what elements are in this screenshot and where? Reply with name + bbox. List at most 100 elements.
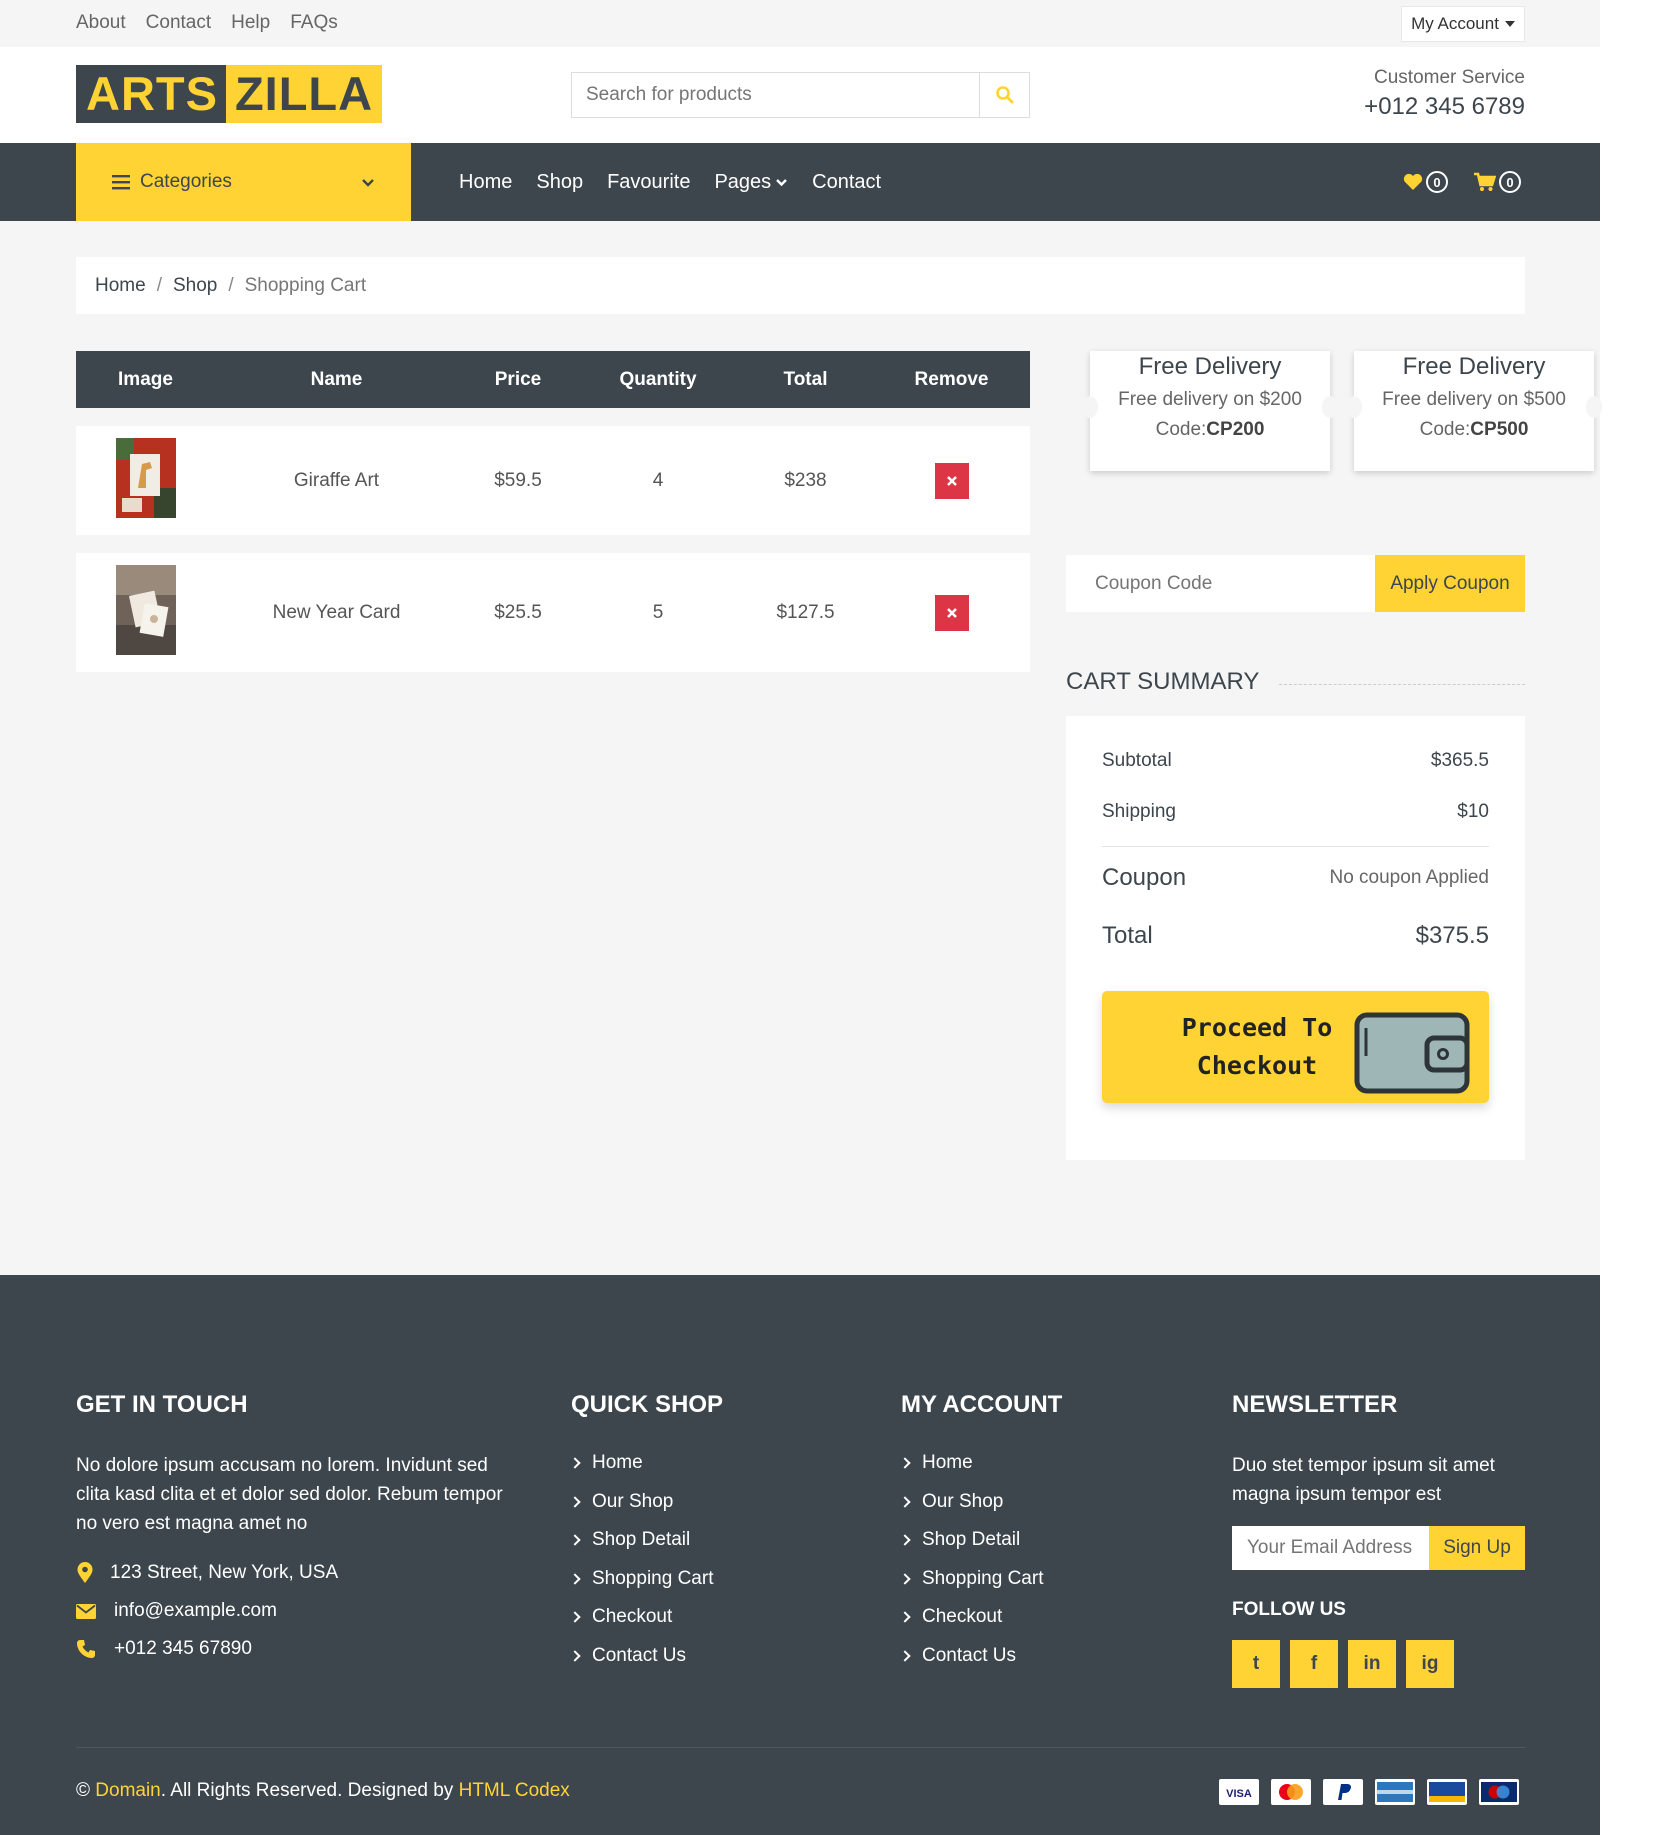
product-name[interactable]: Giraffe Art: [215, 470, 458, 492]
breadcrumb-shop[interactable]: Shop: [173, 275, 217, 297]
proceed-to-checkout-button[interactable]: Proceed To Checkout: [1102, 991, 1489, 1103]
footer-link[interactable]: Shopping Cart: [899, 1560, 1062, 1599]
svg-text:VISA: VISA: [1226, 1788, 1252, 1800]
footer-newsletter-description: Duo stet tempor ipsum sit amet magna ips…: [1232, 1455, 1495, 1505]
categories-toggle[interactable]: Categories: [76, 143, 411, 221]
nav-home[interactable]: Home: [459, 171, 512, 194]
top-link-faqs[interactable]: FAQs: [290, 12, 338, 34]
top-link-help[interactable]: Help: [231, 12, 270, 34]
search-bar: [571, 72, 1030, 118]
chevron-right-icon: [569, 1496, 581, 1508]
linkedin-icon[interactable]: in: [1348, 1640, 1396, 1688]
navbar: Categories Home Shop Favourite Pages Con…: [0, 143, 1600, 221]
footer-link[interactable]: Home: [899, 1444, 1062, 1483]
domain-link[interactable]: Domain: [95, 1780, 160, 1801]
footer-link[interactable]: Shopping Cart: [569, 1560, 723, 1599]
table-row: New Year Card $25.5 5 $127.5: [76, 553, 1030, 672]
paypal-icon: [1323, 1779, 1363, 1805]
my-account-dropdown[interactable]: My Account: [1401, 6, 1525, 42]
favourites-link[interactable]: 0: [1403, 171, 1448, 193]
delivery-subtitle: Free delivery on $200: [1118, 389, 1302, 410]
chevron-right-icon: [569, 1534, 581, 1546]
footer-link[interactable]: Checkout: [899, 1598, 1062, 1637]
footer-newsletter-title: NEWSLETTER: [1232, 1391, 1398, 1418]
customer-service-label: Customer Service: [1374, 67, 1525, 88]
twitter-icon[interactable]: t: [1232, 1640, 1280, 1688]
top-link-about[interactable]: About: [76, 12, 126, 34]
footer-quick-shop-links: Home Our Shop Shop Detail Shopping Cart …: [569, 1444, 723, 1676]
footer-newsletter: NEWSLETTER Duo stet tempor ipsum sit ame…: [1232, 1391, 1525, 1509]
footer-link[interactable]: Our Shop: [899, 1483, 1062, 1522]
newsletter-email-input[interactable]: [1232, 1526, 1429, 1570]
product-quantity[interactable]: 4: [578, 470, 738, 492]
footer-phone: +012 345 67890: [76, 1638, 516, 1660]
nav-pages-label: Pages: [714, 170, 772, 193]
chevron-right-icon: [569, 1457, 581, 1469]
footer-link[interactable]: Shop Detail: [569, 1521, 723, 1560]
chevron-right-icon: [569, 1611, 581, 1623]
delivery-card: Free Delivery Free delivery on $200 Code…: [1082, 351, 1338, 471]
nav-shop[interactable]: Shop: [536, 171, 583, 194]
sign-up-button[interactable]: Sign Up: [1429, 1526, 1525, 1570]
chevron-right-icon: [899, 1457, 911, 1469]
coupon-input[interactable]: [1066, 555, 1375, 612]
cart-summary-heading: CART SUMMARY: [1066, 668, 1525, 696]
footer-link[interactable]: Checkout: [569, 1598, 723, 1637]
logo-left: ARTS: [76, 65, 226, 123]
chevron-right-icon: [569, 1650, 581, 1662]
footer-quick-shop-title: QUICK SHOP: [571, 1391, 724, 1418]
phone-icon: [77, 1640, 95, 1658]
nav-icons: 0 0: [1403, 143, 1521, 221]
total-value: $375.5: [1415, 922, 1489, 949]
dashed-divider: [1279, 683, 1525, 685]
my-account-label: My Account: [1411, 14, 1499, 33]
breadcrumb-home[interactable]: Home: [95, 275, 146, 297]
search-button[interactable]: [979, 73, 1029, 117]
payment-methods: VISA: [1219, 1779, 1519, 1805]
mastercard-icon: [1271, 1779, 1311, 1805]
apply-coupon-button[interactable]: Apply Coupon: [1375, 555, 1525, 612]
delivery-title: Free Delivery: [1402, 353, 1546, 380]
caret-down-icon: [1504, 21, 1515, 27]
logo-right: ZILLA: [225, 65, 383, 123]
footer-link[interactable]: Home: [569, 1444, 723, 1483]
copyright: © Domain. All Rights Reserved. Designed …: [76, 1780, 570, 1801]
delivery-title: Free Delivery: [1138, 353, 1282, 380]
instagram-icon[interactable]: ig: [1406, 1640, 1454, 1688]
search-input[interactable]: [572, 73, 979, 117]
customer-service: Customer Service +012 345 6789: [1364, 67, 1525, 121]
facebook-icon[interactable]: f: [1290, 1640, 1338, 1688]
remove-button[interactable]: [934, 594, 969, 631]
footer-link[interactable]: Contact Us: [899, 1637, 1062, 1676]
product-image-giraffe-art[interactable]: [115, 437, 176, 518]
logo[interactable]: ARTS ZILLA: [76, 65, 383, 123]
chevron-right-icon: [899, 1496, 911, 1508]
maestro-icon: [1479, 1779, 1519, 1805]
cart-link[interactable]: 0: [1474, 171, 1521, 193]
customer-service-phone: +012 345 6789: [1364, 93, 1525, 120]
checkout-label: Proceed To Checkout: [1181, 1013, 1333, 1080]
cart-table-header: Image Name Price Quantity Total Remove: [76, 351, 1030, 408]
footer-link[interactable]: Contact Us: [569, 1637, 723, 1676]
product-quantity[interactable]: 5: [578, 602, 738, 624]
nav-contact[interactable]: Contact: [812, 171, 881, 194]
chevron-down-icon: [362, 178, 374, 187]
summary-subtotal: Subtotal $365.5: [1102, 750, 1489, 772]
table-row: Giraffe Art $59.5 4 $238: [76, 426, 1030, 535]
product-name[interactable]: New Year Card: [215, 602, 458, 624]
subtotal-label: Subtotal: [1102, 750, 1172, 771]
remove-button[interactable]: [934, 462, 969, 499]
nav-favourite[interactable]: Favourite: [607, 171, 690, 194]
delivery-code: Code:CP200: [1155, 419, 1265, 440]
product-image-new-year-card[interactable]: [115, 564, 176, 655]
coupon-form: Apply Coupon: [1066, 555, 1525, 612]
footer-link[interactable]: Shop Detail: [899, 1521, 1062, 1560]
footer-link[interactable]: Our Shop: [569, 1483, 723, 1522]
nav-pages[interactable]: Pages: [714, 171, 788, 194]
html-codex-link[interactable]: HTML Codex: [459, 1780, 570, 1801]
footer-my-account-links: Home Our Shop Shop Detail Shopping Cart …: [899, 1444, 1062, 1676]
top-link-contact[interactable]: Contact: [146, 12, 211, 34]
footer-contact-title: GET IN TOUCH: [76, 1391, 248, 1418]
summary-shipping: Shipping $10: [1102, 801, 1489, 823]
search-icon: [995, 86, 1013, 104]
